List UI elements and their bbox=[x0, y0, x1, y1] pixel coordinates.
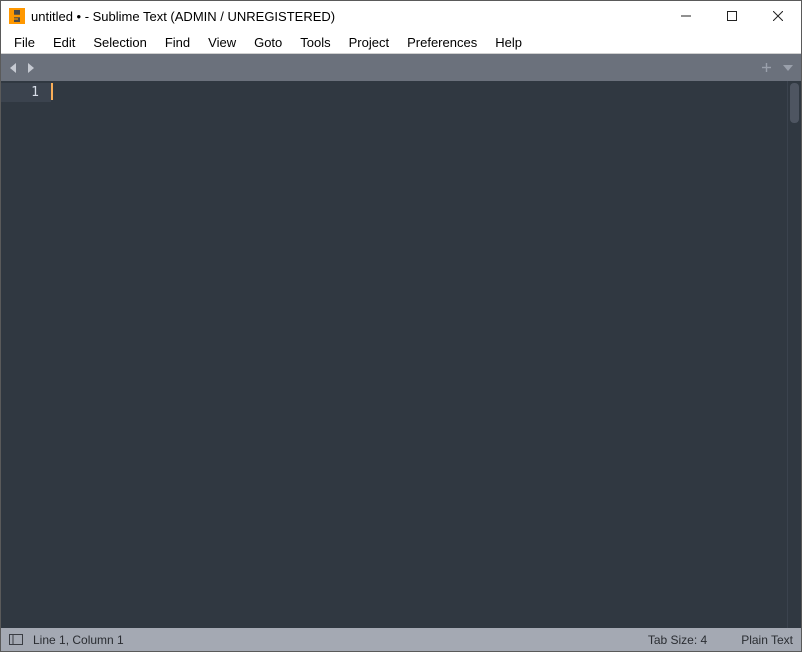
menu-selection[interactable]: Selection bbox=[84, 33, 155, 52]
close-button[interactable] bbox=[755, 1, 801, 31]
editor-area: 1 bbox=[1, 81, 801, 628]
panel-switcher-icon[interactable] bbox=[9, 634, 23, 646]
status-bar: Line 1, Column 1 Tab Size: 4 Plain Text bbox=[1, 628, 801, 651]
menu-view[interactable]: View bbox=[199, 33, 245, 52]
tab-history-forward-icon[interactable] bbox=[23, 60, 37, 76]
code-area[interactable] bbox=[51, 81, 787, 628]
status-tab-size[interactable]: Tab Size: 4 bbox=[648, 633, 707, 647]
minimize-button[interactable] bbox=[663, 1, 709, 31]
menu-find[interactable]: Find bbox=[156, 33, 199, 52]
tab-dropdown-icon[interactable] bbox=[781, 61, 795, 75]
app-icon bbox=[9, 8, 25, 24]
menu-edit[interactable]: Edit bbox=[44, 33, 84, 52]
vertical-scrollbar[interactable] bbox=[787, 81, 801, 628]
line-number: 1 bbox=[1, 83, 51, 102]
scrollbar-thumb[interactable] bbox=[790, 83, 799, 123]
menu-bar: File Edit Selection Find View Goto Tools… bbox=[1, 31, 801, 54]
status-syntax[interactable]: Plain Text bbox=[741, 633, 793, 647]
menu-project[interactable]: Project bbox=[340, 33, 398, 52]
tab-strip bbox=[1, 54, 801, 81]
menu-tools[interactable]: Tools bbox=[291, 33, 339, 52]
menu-help[interactable]: Help bbox=[486, 33, 531, 52]
text-cursor bbox=[51, 83, 53, 100]
window-titlebar: untitled • - Sublime Text (ADMIN / UNREG… bbox=[1, 1, 801, 31]
menu-goto[interactable]: Goto bbox=[245, 33, 291, 52]
tab-history-back-icon[interactable] bbox=[7, 60, 21, 76]
menu-preferences[interactable]: Preferences bbox=[398, 33, 486, 52]
window-title: untitled • - Sublime Text (ADMIN / UNREG… bbox=[31, 9, 335, 24]
new-tab-button[interactable] bbox=[759, 61, 773, 75]
gutter[interactable]: 1 bbox=[1, 81, 51, 628]
menu-file[interactable]: File bbox=[5, 33, 44, 52]
maximize-button[interactable] bbox=[709, 1, 755, 31]
status-position[interactable]: Line 1, Column 1 bbox=[33, 633, 124, 647]
